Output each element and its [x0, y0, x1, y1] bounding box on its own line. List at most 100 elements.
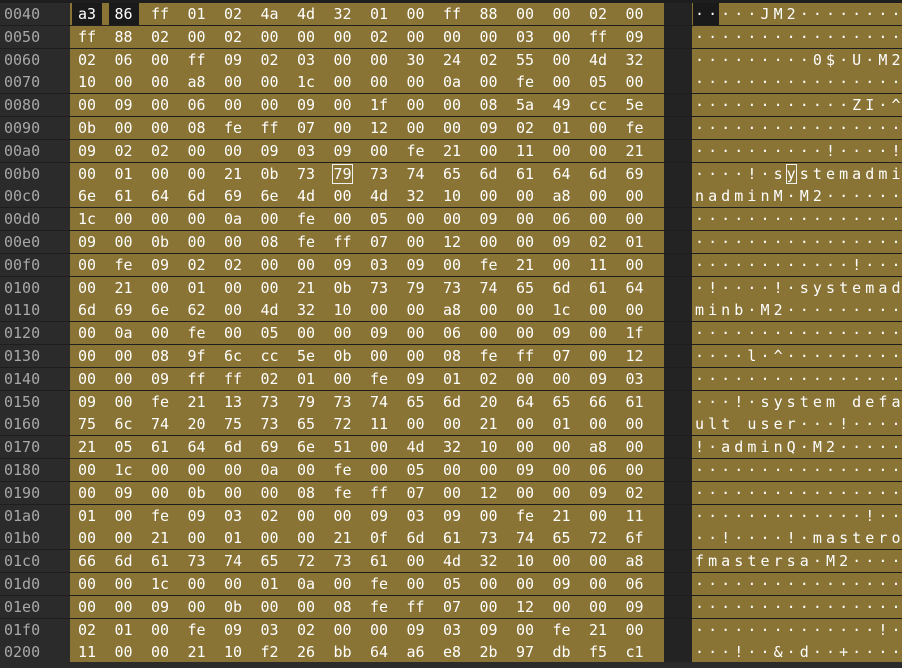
hex-bytes[interactable]: 00 fe 09 02 02 00 00 09 03 09 00 fe 21 00 11 00	[70, 253, 664, 276]
hex-bytes[interactable]: ff 88 02 00 02 00 00 00 02 00 00 00 03 00 ff 09	[70, 25, 664, 48]
hex-byte[interactable]: 01	[547, 117, 577, 139]
ascii-char[interactable]: ·	[811, 26, 824, 48]
ascii-char[interactable]: ·	[824, 368, 837, 390]
ascii-char[interactable]: ·	[732, 231, 745, 253]
hex-byte[interactable]: 01	[109, 619, 139, 641]
ascii-char[interactable]: M	[798, 185, 811, 207]
ascii-char[interactable]: f	[693, 550, 706, 572]
hex-byte[interactable]: 00	[583, 596, 613, 618]
ascii-char[interactable]: ·	[785, 322, 798, 344]
hex-byte[interactable]: 4d	[401, 436, 431, 458]
hex-byte[interactable]: 6d	[72, 299, 102, 321]
ascii-text[interactable]: ! · a d m i n Q · M 2 · · · · ·	[692, 436, 902, 459]
hex-byte[interactable]: 61	[437, 527, 467, 549]
ascii-char[interactable]: ·	[876, 368, 889, 390]
hex-byte[interactable]: fe	[364, 368, 394, 390]
ascii-char[interactable]: ·	[850, 71, 863, 93]
ascii-char[interactable]: ·	[693, 26, 706, 48]
ascii-char[interactable]: ·	[876, 413, 889, 435]
ascii-char[interactable]: M	[772, 3, 785, 25]
hex-byte[interactable]: 6d	[583, 163, 613, 185]
ascii-char[interactable]: ·	[745, 527, 758, 549]
hex-byte[interactable]: 09	[364, 322, 394, 344]
hex-byte[interactable]: 1c	[547, 299, 577, 321]
ascii-char[interactable]: ·	[759, 140, 772, 162]
ascii-char[interactable]: 2	[890, 49, 902, 71]
ascii-char[interactable]	[837, 391, 850, 413]
hex-byte[interactable]: 00	[620, 254, 650, 276]
ascii-char[interactable]: ·	[759, 208, 772, 230]
hex-byte[interactable]: 1f	[364, 94, 394, 116]
ascii-char[interactable]: ·	[759, 619, 772, 641]
hex-byte[interactable]: 03	[291, 49, 321, 71]
ascii-char[interactable]: a	[719, 550, 732, 572]
ascii-char[interactable]: ·	[876, 208, 889, 230]
ascii-char[interactable]: ·	[837, 596, 850, 618]
hex-byte[interactable]: 09	[547, 322, 577, 344]
ascii-char[interactable]: ·	[785, 140, 798, 162]
hex-byte[interactable]: 00	[255, 26, 285, 48]
ascii-char[interactable]: ·	[772, 505, 785, 527]
hex-byte[interactable]: 65	[401, 391, 431, 413]
hex-byte[interactable]: 01	[291, 368, 321, 390]
hex-bytes[interactable]: 09 00 fe 21 13 73 79 73 74 65 6d 20 64 65 66 61	[70, 390, 664, 413]
ascii-char[interactable]: e	[863, 527, 876, 549]
ascii-char[interactable]: &	[772, 641, 785, 663]
ascii-char[interactable]: o	[890, 527, 902, 549]
hex-byte[interactable]: 00	[474, 573, 504, 595]
ascii-char[interactable]: i	[759, 436, 772, 458]
hex-byte[interactable]: 00	[255, 527, 285, 549]
ascii-char[interactable]: ·	[811, 482, 824, 504]
hex-byte[interactable]: 00	[255, 208, 285, 230]
ascii-char[interactable]: ·	[732, 117, 745, 139]
hex-byte[interactable]: 09	[583, 482, 613, 504]
hex-byte[interactable]: 00	[401, 299, 431, 321]
ascii-text[interactable]: · · · · · · · · · · · ·! · · ·	[692, 253, 902, 276]
ascii-char[interactable]: l	[706, 413, 719, 435]
ascii-text[interactable]: · · · · · · · · · · · · · · · ·	[692, 367, 902, 390]
hex-byte[interactable]: 00	[620, 413, 650, 435]
ascii-text[interactable]: · ·! · · · ·! · m a s t e r o	[692, 527, 902, 550]
ascii-char[interactable]: ·	[785, 573, 798, 595]
hex-byte[interactable]: 11	[364, 413, 394, 435]
hex-byte[interactable]: 00	[364, 459, 394, 481]
ascii-char[interactable]: ·	[759, 459, 772, 481]
hex-byte[interactable]: 00	[401, 117, 431, 139]
ascii-char[interactable]: ·	[772, 254, 785, 276]
hex-byte[interactable]: 00	[72, 277, 102, 299]
hex-byte[interactable]: 09	[620, 596, 650, 618]
ascii-char[interactable]: ·	[890, 459, 902, 481]
hex-byte[interactable]: 72	[291, 550, 321, 572]
hex-byte[interactable]: 12	[474, 482, 504, 504]
ascii-char[interactable]: t	[837, 277, 850, 299]
ascii-char[interactable]: ·	[798, 573, 811, 595]
ascii-char[interactable]: e	[759, 550, 772, 572]
hex-byte[interactable]: 12	[364, 117, 394, 139]
ascii-text[interactable]: · · · · · · · · · · · · · · · ·	[692, 459, 902, 481]
ascii-char[interactable]: ·	[890, 505, 902, 527]
hex-byte[interactable]: 30	[401, 49, 431, 71]
ascii-char[interactable]: ·	[759, 254, 772, 276]
hex-byte[interactable]: 00	[401, 550, 431, 572]
hex-byte[interactable]: 00	[218, 277, 248, 299]
ascii-char[interactable]: ·	[876, 254, 889, 276]
ascii-char[interactable]: ·	[798, 368, 811, 390]
hex-byte[interactable]: fe	[218, 117, 248, 139]
hex-byte[interactable]: 00	[291, 322, 321, 344]
ascii-char[interactable]: ·	[837, 368, 850, 390]
hex-byte[interactable]: 09	[255, 140, 285, 162]
hex-byte[interactable]: 02	[474, 368, 504, 390]
ascii-char[interactable]: ·	[745, 573, 758, 595]
hex-byte[interactable]: 69	[218, 185, 248, 207]
hex-byte[interactable]: 00	[510, 482, 540, 504]
hex-byte[interactable]: 1c	[109, 459, 139, 481]
hex-byte[interactable]: 07	[401, 482, 431, 504]
ascii-char[interactable]: ·	[785, 482, 798, 504]
ascii-char[interactable]: ·	[837, 49, 850, 71]
ascii-text[interactable]: · · · · · · · · · · · · · · · ·	[692, 25, 902, 48]
hex-byte[interactable]: 00	[72, 94, 102, 116]
ascii-char[interactable]: ·	[824, 619, 837, 641]
ascii-char[interactable]: ·	[798, 26, 811, 48]
hex-byte[interactable]: 00	[620, 208, 650, 230]
hex-byte[interactable]: 00	[255, 71, 285, 93]
